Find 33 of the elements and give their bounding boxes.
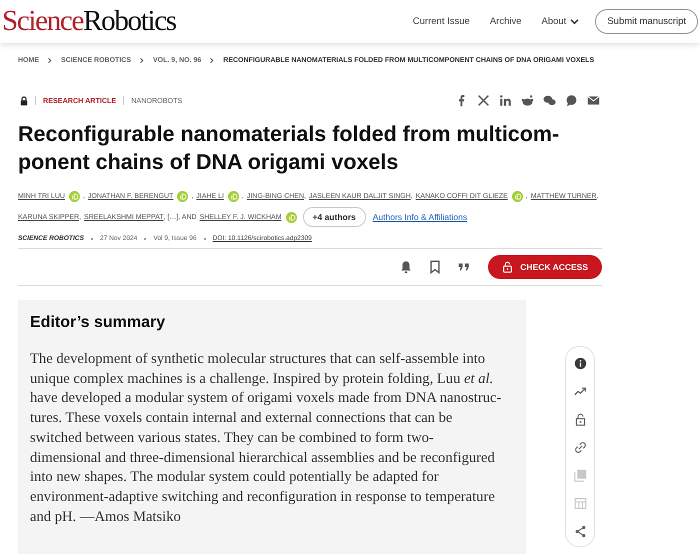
check-access-button[interactable]: CHECK ACCESS	[488, 255, 602, 279]
x-icon[interactable]	[477, 94, 490, 107]
separator-dot	[204, 238, 206, 240]
lock-icon	[20, 96, 28, 106]
nav-link[interactable]: Archive	[490, 16, 522, 27]
article-title: Reconfigurable nanomaterials folded from multicom-ponent chains of DNA origami voxels	[18, 121, 560, 176]
affiliations-link[interactable]: Authors Info & Affiliations	[372, 212, 468, 222]
unlock-icon[interactable]	[574, 413, 586, 426]
submit-button[interactable]: Submit manuscript	[595, 9, 698, 34]
bell-icon[interactable]	[399, 260, 414, 274]
nav-link[interactable]: Current Issue	[412, 16, 470, 27]
bookmark-icon[interactable]	[428, 260, 442, 274]
chevron-right-icon	[47, 57, 53, 64]
more-authors-button[interactable]: +4 authors	[302, 207, 366, 227]
summary-heading: Editor’s summary	[30, 314, 166, 332]
trend-chart-icon[interactable]	[574, 385, 586, 398]
wechat-icon[interactable]	[543, 94, 556, 107]
whatsapp-icon[interactable]	[565, 94, 578, 107]
chevron-right-icon	[139, 57, 146, 64]
linkedin-icon[interactable]	[499, 94, 512, 107]
lock-icon	[502, 261, 514, 273]
link-icon[interactable]	[574, 441, 586, 454]
chevron-down-icon	[570, 17, 580, 26]
separator-dot	[144, 238, 146, 240]
chevron-right-icon	[209, 57, 216, 64]
info-icon[interactable]	[574, 357, 586, 370]
journal-logo[interactable]: ScienceRobotics	[0, 5, 176, 38]
email-icon[interactable]	[587, 94, 600, 107]
reddit-icon[interactable]	[521, 94, 534, 107]
separator-dot	[90, 238, 93, 240]
nav-dropdown[interactable]: About	[542, 16, 580, 27]
share-icon[interactable]	[574, 525, 586, 538]
summary-text: The development of synthetic molecular structures that can self-assemble into unique complex machines is a challenge. Inspired by protein folding, Luu et al. have developed a modular system of origami voxels made from DNA nanostruc-tures. These voxels contain internal and external connections that can be switched between various states. They can be combined to form two-dimensional and three-dimensional hierarchical assemblies and be reconfigured into new shapes. The modular system could potentially be adapted for environment-adaptive switching and reconfiguration in response to temperature and pH. —Amos Matsiko	[30, 350, 502, 527]
